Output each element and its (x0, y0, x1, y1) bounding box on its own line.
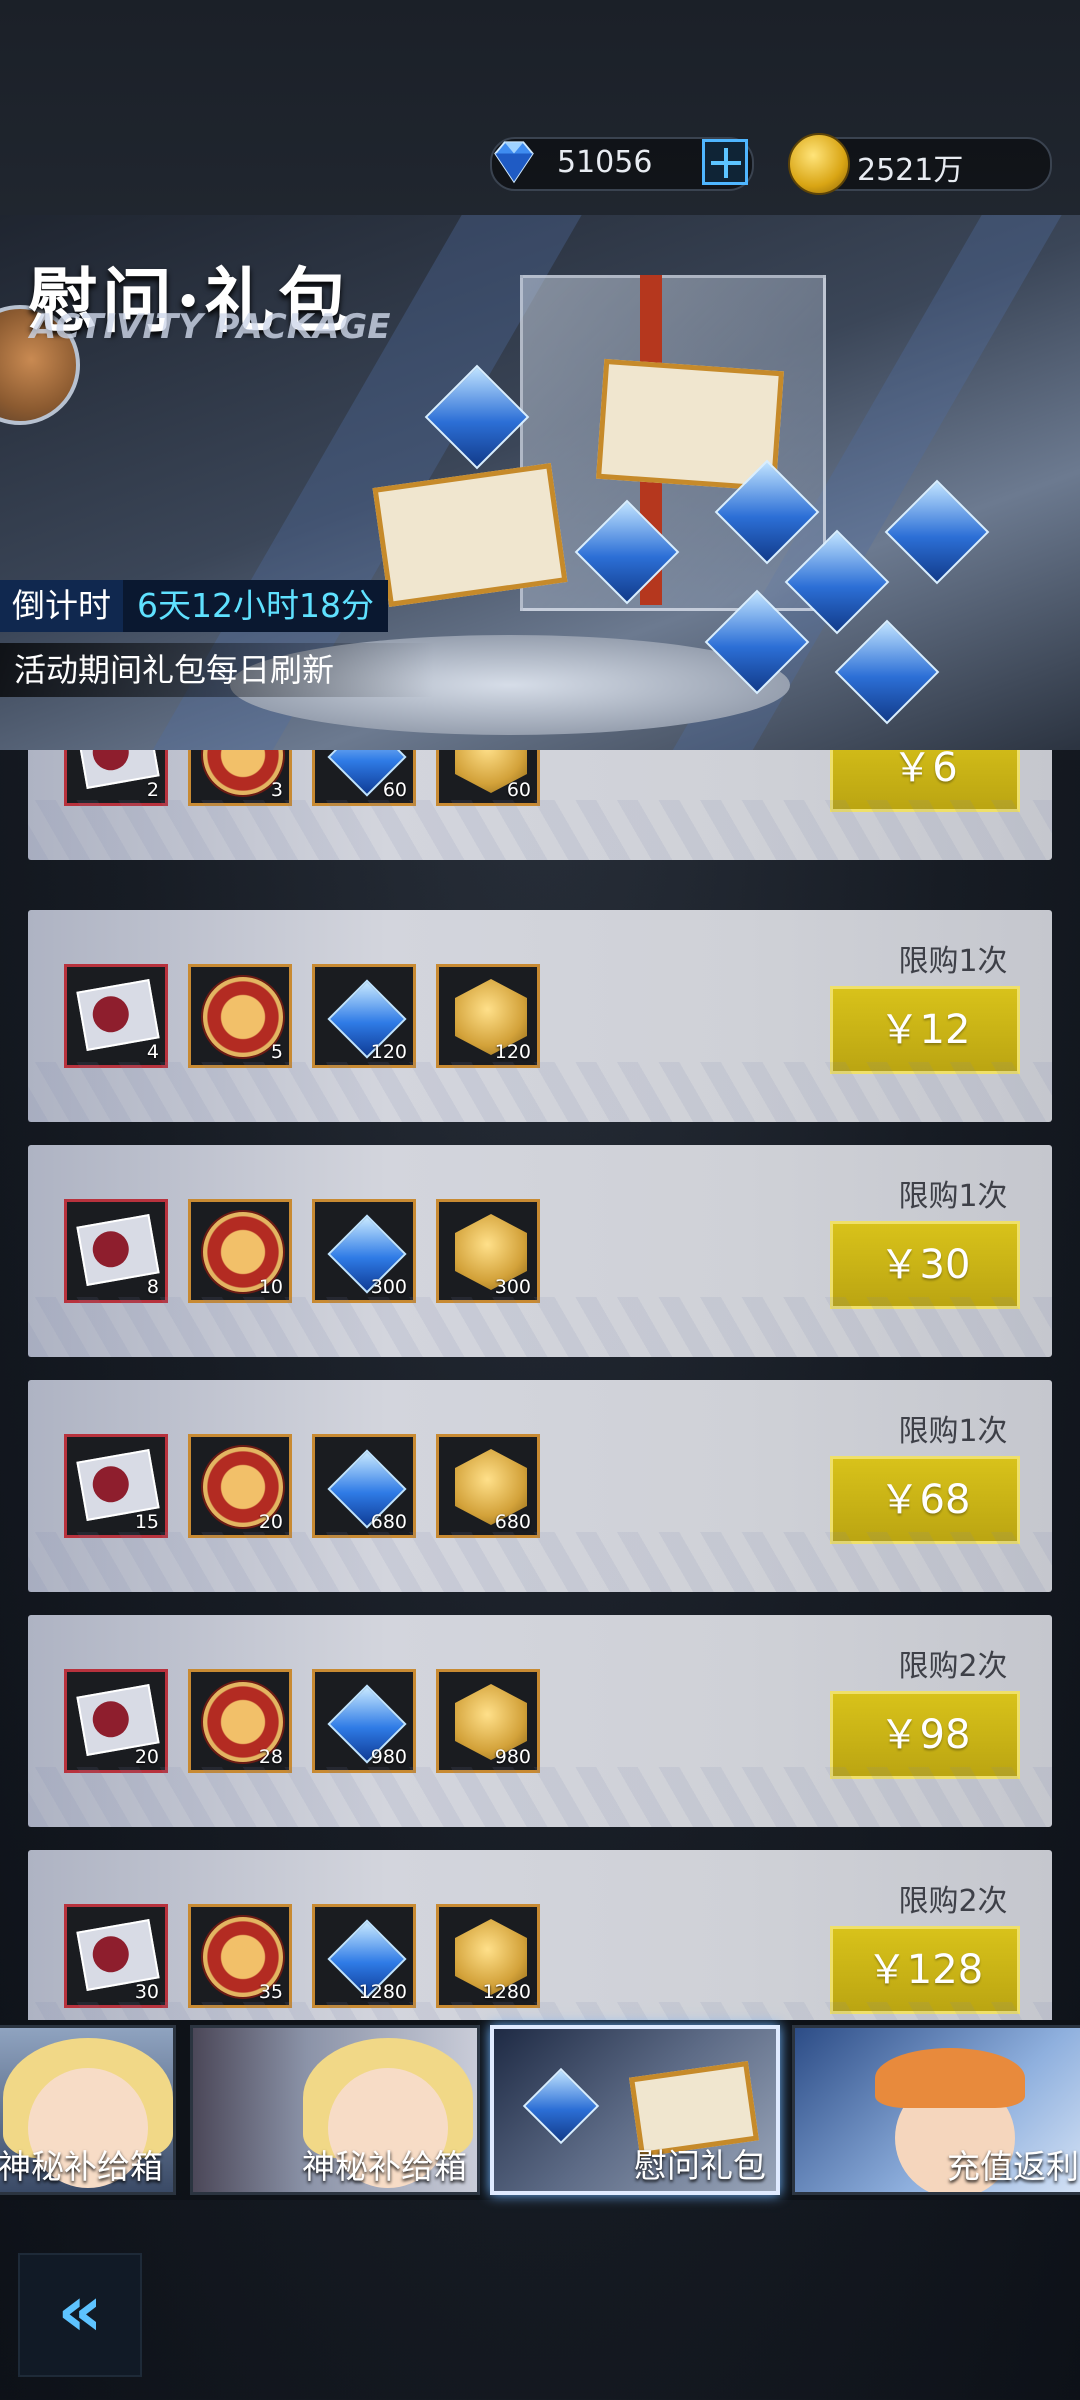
photo-card-item[interactable]: 2 (64, 750, 168, 806)
item-count: 300 (494, 1276, 531, 1298)
gold-hex-item[interactable]: 980 (436, 1669, 540, 1773)
tab-label: 神秘补给箱 (302, 2147, 467, 2186)
item-count: 20 (258, 1511, 283, 1533)
diamond-item[interactable]: 60 (312, 750, 416, 806)
item-count: 60 (382, 779, 407, 801)
gold-hex-item[interactable]: 120 (436, 964, 540, 1068)
countdown-value: 6天12小时18分 (123, 580, 388, 632)
item-count: 1280 (482, 1981, 531, 2003)
refresh-note: 活动期间礼包每日刷新 (0, 643, 434, 697)
tab-label: 充值返利 (947, 2147, 1079, 2186)
buy-button[interactable]: ￥6 (830, 750, 1020, 812)
photo-card-item[interactable]: 15 (64, 1434, 168, 1538)
gem-balance: 51056 (490, 137, 754, 191)
item-count: 680 (494, 1511, 531, 1533)
item-count: 1280 (358, 1981, 407, 2003)
item-count: 5 (270, 1041, 283, 1063)
photo-card-item[interactable]: 4 (64, 964, 168, 1068)
gem-icon (494, 141, 534, 184)
buy-button[interactable]: ￥68 (830, 1456, 1020, 1544)
bear-medal-item[interactable]: 35 (188, 1904, 292, 2008)
add-gems-button[interactable] (702, 139, 748, 185)
bear-medal-item[interactable]: 20 (188, 1434, 292, 1538)
gold-balance: 2521万 (788, 133, 1052, 195)
gem-count: 51056 (557, 145, 653, 180)
item-count: 3 (270, 779, 283, 801)
item-count: 4 (146, 1041, 159, 1063)
diamond-illustration (834, 619, 940, 725)
tab-recharge-rebate[interactable]: 充值返利 (792, 2025, 1080, 2195)
diamond-item[interactable]: 300 (312, 1199, 416, 1303)
package-row: 30 35 1280 1280 限购2次 ￥128 (28, 1850, 1052, 2020)
activity-tabs: 神秘补给箱 神秘补给箱 慰问礼包 充值返利 (0, 2020, 1080, 2200)
diamond-illustration (884, 479, 990, 585)
gold-hex-item[interactable]: 680 (436, 1434, 540, 1538)
item-count: 10 (258, 1276, 283, 1298)
purchase-limit: 限购2次 (898, 1884, 1008, 1919)
item-count: 680 (370, 1511, 407, 1533)
countdown-label: 倒计时 (0, 580, 123, 632)
buy-button[interactable]: ￥128 (830, 1926, 1020, 2014)
package-list[interactable]: 2 3 60 60 ￥6 4 5 120 120 限购1次 ￥12 8 10 3… (0, 750, 1080, 2020)
diamond-item[interactable]: 120 (312, 964, 416, 1068)
buy-button[interactable]: ￥30 (830, 1221, 1020, 1309)
bear-medal-item[interactable]: 5 (188, 964, 292, 1068)
coffee-card-illustration (372, 463, 568, 607)
item-count: 35 (258, 1981, 283, 2003)
item-count: 120 (370, 1041, 407, 1063)
purchase-limit: 限购2次 (898, 1649, 1008, 1684)
gold-count: 2521万 (857, 153, 964, 188)
photo-card-item[interactable]: 8 (64, 1199, 168, 1303)
tab-mystery-supply-box-2[interactable]: 神秘补给箱 (190, 2025, 480, 2195)
bear-medal-item[interactable]: 10 (188, 1199, 292, 1303)
item-count: 980 (370, 1746, 407, 1768)
item-count: 60 (506, 779, 531, 801)
buy-button[interactable]: ￥12 (830, 986, 1020, 1074)
gold-hex-item[interactable]: 60 (436, 750, 540, 806)
tab-mystery-supply-box-1[interactable]: 神秘补给箱 (0, 2025, 176, 2195)
top-currency-bar: 51056 2521万 (0, 0, 1080, 215)
package-row: 4 5 120 120 限购1次 ￥12 (28, 910, 1052, 1122)
item-count: 120 (494, 1041, 531, 1063)
tab-consolation-pack[interactable]: 慰问礼包 (490, 2025, 780, 2195)
purchase-limit: 限购1次 (898, 1179, 1008, 1214)
tab-label: 神秘补给箱 (0, 2147, 163, 2186)
diamond-item[interactable]: 1280 (312, 1904, 416, 2008)
item-count: 28 (258, 1746, 283, 1768)
gold-hex-item[interactable]: 1280 (436, 1904, 540, 2008)
item-count: 2 (146, 779, 159, 801)
double-chevron-left-icon: « (57, 2270, 103, 2352)
package-row: 2 3 60 60 ￥6 (28, 750, 1052, 860)
activity-banner: 慰问·礼包 ACTIVITY PACKAGE 倒计时 6天12小时18分 活动期… (0, 215, 1080, 750)
buy-button[interactable]: ￥98 (830, 1691, 1020, 1779)
character-hair (875, 2048, 1025, 2108)
bear-medal-item[interactable]: 3 (188, 750, 292, 806)
photo-card-item[interactable]: 20 (64, 1669, 168, 1773)
item-count: 980 (494, 1746, 531, 1768)
package-row: 20 28 980 980 限购2次 ￥98 (28, 1615, 1052, 1827)
item-count: 20 (134, 1746, 159, 1768)
bear-medal-item[interactable]: 28 (188, 1669, 292, 1773)
item-count: 15 (134, 1511, 159, 1533)
tab-label: 慰问礼包 (634, 2146, 766, 2185)
diamond-item[interactable]: 680 (312, 1434, 416, 1538)
item-count: 300 (370, 1276, 407, 1298)
item-count: 8 (146, 1276, 159, 1298)
countdown: 倒计时 6天12小时18分 (0, 580, 388, 632)
purchase-limit: 限购1次 (898, 1414, 1008, 1449)
back-button[interactable]: « (18, 2253, 142, 2377)
banner-subtitle: ACTIVITY PACKAGE (30, 307, 391, 347)
photo-card-item[interactable]: 30 (64, 1904, 168, 2008)
diamond-item[interactable]: 980 (312, 1669, 416, 1773)
coin-icon (788, 133, 850, 195)
item-count: 30 (134, 1981, 159, 2003)
purchase-limit: 限购1次 (898, 944, 1008, 979)
package-row: 15 20 680 680 限购1次 ￥68 (28, 1380, 1052, 1592)
gold-hex-item[interactable]: 300 (436, 1199, 540, 1303)
package-row: 8 10 300 300 限购1次 ￥30 (28, 1145, 1052, 1357)
